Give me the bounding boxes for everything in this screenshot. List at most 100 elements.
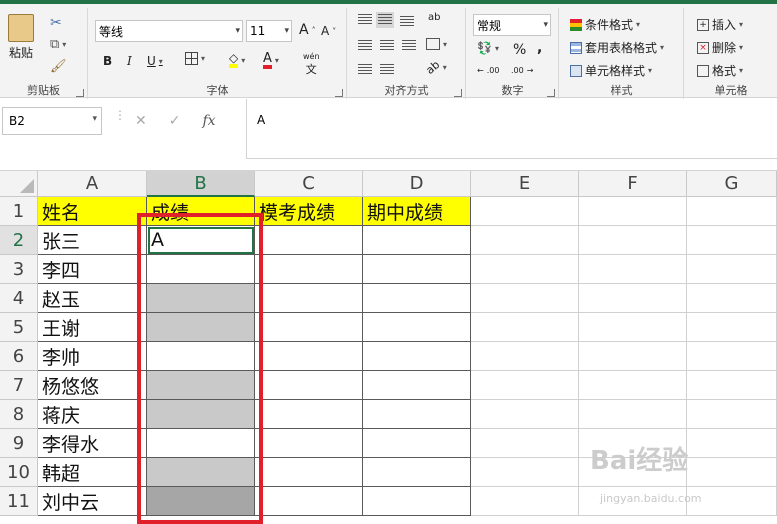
cell-a7[interactable]: 杨悠悠 [38,371,147,400]
align-right-button[interactable] [402,40,416,52]
cell-e7[interactable] [471,371,579,400]
row-header-6[interactable]: 6 [0,342,38,371]
align-middle-button[interactable] [376,12,394,28]
cell-f1[interactable] [579,197,687,226]
row-header-1[interactable]: 1 [0,197,38,226]
cell-c6[interactable] [255,342,363,371]
accounting-button[interactable]: 💱 ▾ [477,42,499,54]
cell-g5[interactable] [687,313,777,342]
cell-c2[interactable] [255,226,363,255]
cell-f5[interactable] [579,313,687,342]
cell-c4[interactable] [255,284,363,313]
cell-c5[interactable] [255,313,363,342]
row-header-4[interactable]: 4 [0,284,38,313]
cell-e8[interactable] [471,400,579,429]
column-header-e[interactable]: E [471,171,579,197]
increase-decimal-button[interactable]: ← .00 [477,66,499,75]
cell-d9[interactable] [363,429,471,458]
font-name-select[interactable]: 等线 ▾ [95,20,243,42]
format-painter-button[interactable]: 🖌 [50,60,67,73]
cell-c1[interactable]: 模考成绩 [255,197,363,226]
cell-e11[interactable] [471,487,579,516]
cell-styles-button[interactable]: 单元格样式 ▾ [570,62,652,79]
cell-a2[interactable]: 张三 [38,226,147,255]
cell-a10[interactable]: 韩超 [38,458,147,487]
comma-button[interactable]: , [537,40,542,56]
align-center-button[interactable] [380,40,394,52]
cell-e1[interactable] [471,197,579,226]
cell-c11[interactable] [255,487,363,516]
cell-c10[interactable] [255,458,363,487]
cell-d1[interactable]: 期中成绩 [363,197,471,226]
cell-f2[interactable] [579,226,687,255]
paste-button[interactable]: 粘贴 [8,14,34,61]
percent-button[interactable]: % [513,42,526,58]
font-size-select[interactable]: 11 ▾ [246,20,292,42]
row-header-7[interactable]: 7 [0,371,38,400]
cell-e3[interactable] [471,255,579,284]
wrap-text-button[interactable]: ab [428,12,440,23]
cell-g6[interactable] [687,342,777,371]
underline-button[interactable]: U ▾ [147,54,163,68]
align-top-button[interactable] [358,14,372,26]
name-box[interactable]: B2 ▾ [2,107,102,135]
cell-f3[interactable] [579,255,687,284]
column-header-d[interactable]: D [363,171,471,197]
cell-f4[interactable] [579,284,687,313]
formula-input[interactable]: A [246,99,777,159]
cell-e4[interactable] [471,284,579,313]
cell-f6[interactable] [579,342,687,371]
cancel-icon[interactable]: ✕ [135,113,147,129]
cell-g8[interactable] [687,400,777,429]
cell-c7[interactable] [255,371,363,400]
cell-d5[interactable] [363,313,471,342]
cell-e10[interactable] [471,458,579,487]
cell-e2[interactable] [471,226,579,255]
cell-c3[interactable] [255,255,363,284]
row-header-11[interactable]: 11 [0,487,38,516]
row-header-9[interactable]: 9 [0,429,38,458]
select-all-corner[interactable] [0,171,38,197]
cell-g1[interactable] [687,197,777,226]
alignment-launcher-icon[interactable] [454,89,462,97]
bold-button[interactable]: B [103,54,112,68]
column-header-a[interactable]: A [38,171,147,197]
italic-button[interactable]: I [127,54,132,68]
number-launcher-icon[interactable] [547,89,555,97]
cell-f7[interactable] [579,371,687,400]
format-button[interactable]: 格式 ▾ [697,62,743,79]
phonetic-button[interactable]: wén 文 [303,52,320,77]
clipboard-launcher-icon[interactable] [76,89,84,97]
number-format-select[interactable]: 常规 ▾ [473,14,551,36]
orientation-button[interactable]: ab ▾ [423,58,446,77]
cell-g10[interactable] [687,458,777,487]
cell-d2[interactable] [363,226,471,255]
decrease-indent-button[interactable] [358,64,372,76]
grow-font-button[interactable]: A ˄ [299,22,316,38]
cell-a3[interactable]: 李四 [38,255,147,284]
align-left-button[interactable] [358,40,372,52]
increase-indent-button[interactable] [380,64,394,76]
shrink-font-button[interactable]: A ˅ [321,24,336,38]
delete-button[interactable]: × 删除 ▾ [697,39,743,56]
cell-c8[interactable] [255,400,363,429]
cell-e6[interactable] [471,342,579,371]
column-header-f[interactable]: F [579,171,687,197]
cell-d10[interactable] [363,458,471,487]
decrease-decimal-button[interactable]: .00 → [511,66,533,75]
cell-g3[interactable] [687,255,777,284]
column-header-g[interactable]: G [687,171,777,197]
fill-color-button[interactable]: ◇ ▾ [229,52,245,68]
row-header-2[interactable]: 2 [0,226,38,255]
cell-c9[interactable] [255,429,363,458]
conditional-format-button[interactable]: 条件格式 ▾ [570,16,640,33]
cell-f8[interactable] [579,400,687,429]
cell-e9[interactable] [471,429,579,458]
font-launcher-icon[interactable] [335,89,343,97]
row-header-10[interactable]: 10 [0,458,38,487]
row-header-3[interactable]: 3 [0,255,38,284]
cell-a1[interactable]: 姓名 [38,197,147,226]
cell-a8[interactable]: 蒋庆 [38,400,147,429]
align-bottom-button[interactable] [400,16,414,28]
cell-a11[interactable]: 刘中云 [38,487,147,516]
